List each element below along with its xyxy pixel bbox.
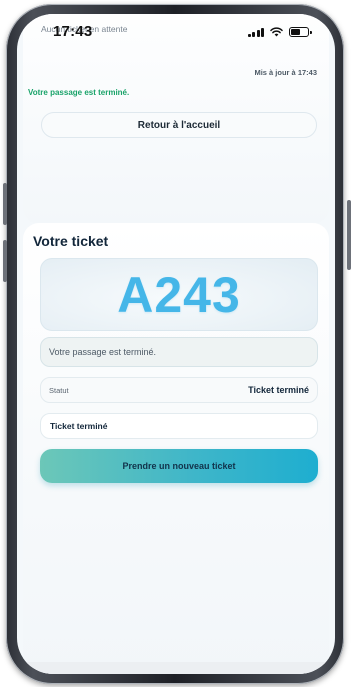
status-icons	[247, 27, 312, 37]
new-ticket-button[interactable]: Prendre un nouveau ticket	[40, 449, 318, 483]
status-label: Statut	[49, 385, 69, 395]
power-button	[347, 200, 351, 270]
ticket-number: A243	[117, 266, 241, 323]
back-to-home-button[interactable]: Retour à l'accueil	[41, 112, 317, 138]
battery-icon	[289, 27, 312, 37]
status-time: 17:43	[53, 23, 93, 40]
ticket-title: Votre ticket	[33, 233, 109, 249]
ticket-message: Votre passage est terminé.	[40, 337, 318, 367]
done-message: Votre passage est terminé.	[28, 88, 130, 97]
signal-icon	[247, 27, 264, 37]
ticket-number-box: A243	[40, 258, 318, 331]
home-indicator	[17, 662, 335, 674]
status-bar: 17:43	[17, 14, 335, 56]
volume-up-button	[3, 183, 7, 225]
status-row: Statut Ticket terminé	[40, 377, 318, 403]
screen: Aucun ticket en attente Mis à jour à 17:…	[17, 14, 335, 674]
wifi-icon	[270, 27, 283, 37]
updated-timestamp: Mis à jour à 17:43	[254, 68, 317, 77]
status-value: Ticket terminé	[248, 385, 309, 395]
status-chip: Ticket terminé	[40, 413, 318, 439]
volume-down-button	[3, 240, 7, 282]
ticket-card: Votre ticket A243 Votre passage est term…	[23, 223, 329, 674]
